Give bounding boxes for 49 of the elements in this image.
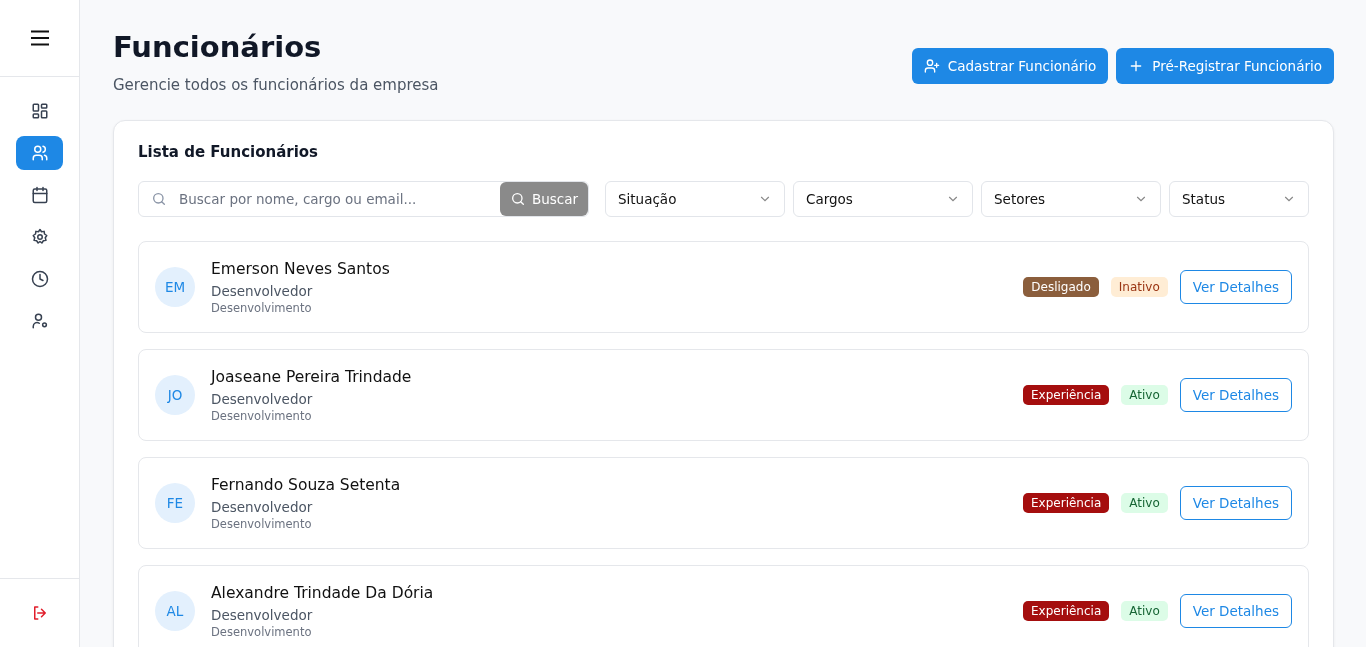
avatar-initials: FE: [155, 483, 195, 523]
user-gear-icon: [30, 312, 49, 330]
clock-icon: [30, 270, 49, 288]
menu-icon[interactable]: [29, 30, 50, 46]
page-subtitle: Gerencie todos os funcionários da empresa: [113, 76, 439, 94]
employee-name: Fernando Souza Setenta: [211, 475, 402, 494]
card-title: Lista de Funcionários: [138, 143, 320, 161]
primary-button[interactable]: Cadastrar Funcionário: [911, 48, 1109, 84]
employee-role: Desenvolvedor: [211, 498, 314, 515]
search-button[interactable]: Buscar: [499, 182, 588, 216]
status-badge: Ativo: [1121, 493, 1168, 513]
status-badge: Ativo: [1121, 385, 1168, 405]
filter-dropdown[interactable]: Setores: [981, 181, 1161, 217]
status-badge: Inativo: [1110, 277, 1168, 297]
details-button[interactable]: Ver Detalhes: [1179, 270, 1292, 304]
avatar-initials: JO: [155, 375, 195, 415]
employee-sector: Desenvolvimento: [211, 408, 313, 423]
search-icon: [151, 191, 167, 207]
calendar-icon: [30, 186, 49, 204]
users-icon: [30, 144, 49, 162]
employee-role: Desenvolvedor: [211, 390, 314, 407]
situation-badge: Experiência: [1023, 601, 1110, 621]
situation-badge: Experiência: [1023, 493, 1110, 513]
employee-sector: Desenvolvimento: [211, 624, 313, 639]
avatar-initials: AL: [155, 591, 195, 631]
search-icon: [509, 191, 526, 207]
primary-button[interactable]: Pré-Registrar Funcionário: [1116, 48, 1334, 84]
filter-dropdown[interactable]: Status: [1169, 181, 1309, 217]
search-field[interactable]: Buscar por nome, cargo ou email... Buscar: [138, 181, 589, 217]
details-button[interactable]: Ver Detalhes: [1179, 486, 1292, 520]
employee-name: Emerson Neves Santos: [211, 259, 391, 278]
details-button[interactable]: Ver Detalhes: [1179, 594, 1292, 628]
dashboard-icon: [30, 102, 49, 120]
settings-icon: [30, 228, 49, 246]
details-button[interactable]: Ver Detalhes: [1179, 378, 1292, 412]
employee-sector: Desenvolvimento: [211, 300, 313, 315]
status-badge: Ativo: [1121, 601, 1168, 621]
employee-name: Joaseane Pereira Trindade: [211, 367, 413, 386]
situation-badge: Experiência: [1023, 385, 1110, 405]
avatar-initials: EM: [155, 267, 195, 307]
filter-dropdown[interactable]: Cargos: [793, 181, 973, 217]
employee-role: Desenvolvedor: [211, 282, 314, 299]
add-user-icon: [923, 58, 940, 74]
employee-name: Alexandre Trindade Da Dória: [211, 583, 435, 602]
page-title: Funcionários: [113, 30, 323, 64]
employee-role: Desenvolvedor: [211, 606, 314, 623]
employee-sector: Desenvolvimento: [211, 516, 313, 531]
situation-badge: Desligado: [1023, 277, 1099, 297]
filter-dropdown[interactable]: Situação: [605, 181, 785, 217]
